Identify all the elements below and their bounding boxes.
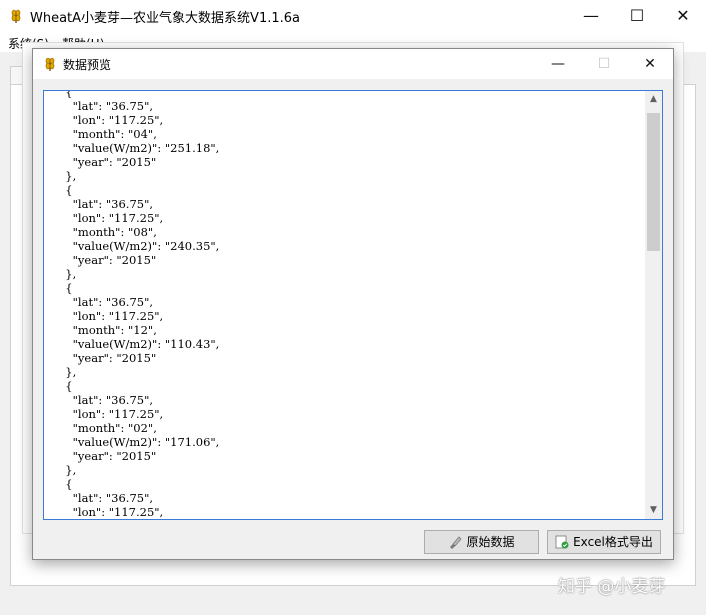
wheat-icon <box>45 57 55 71</box>
dialog-close-button[interactable]: ✕ <box>627 49 673 79</box>
dialog-titlebar: 数据预览 — ☐ ✕ <box>33 49 673 79</box>
raw-data-button[interactable]: 原始数据 <box>424 530 539 554</box>
dialog-title: 数据预览 <box>63 58 112 72</box>
maximize-button[interactable]: ☐ <box>614 0 660 32</box>
close-button[interactable]: ✕ <box>660 0 706 32</box>
watermark: 知乎 @小麦芽 <box>558 577 666 597</box>
excel-export-button[interactable]: Excel格式导出 <box>547 530 661 554</box>
scroll-thumb[interactable] <box>647 113 660 251</box>
window-title: WheatA小麦芽—农业气象大数据系统V1.1.6a <box>30 11 300 26</box>
excel-export-label: Excel格式导出 <box>573 535 653 549</box>
minimize-button[interactable]: — <box>568 0 614 32</box>
dialog-minimize-button[interactable]: — <box>535 49 581 79</box>
brush-icon <box>450 536 462 549</box>
excel-sheet-icon <box>555 535 569 549</box>
scroll-up-icon[interactable]: ▲ <box>645 91 662 108</box>
json-preview-text: { "lat": "36.75", "lon": "117.25", "mont… <box>65 90 220 519</box>
raw-data-label: 原始数据 <box>466 535 515 549</box>
scroll-down-icon[interactable]: ▼ <box>645 502 662 519</box>
data-preview-dialog: 数据预览 — ☐ ✕ { "lat": "36.75", "lon": "117… <box>32 48 674 560</box>
vertical-scrollbar[interactable]: ▲ ▼ <box>645 91 662 519</box>
main-titlebar: WheatA小麦芽—农业气象大数据系统V1.1.6a — ☐ ✕ <box>0 0 706 32</box>
wheat-icon <box>11 9 21 23</box>
json-preview-textarea[interactable]: { "lat": "36.75", "lon": "117.25", "mont… <box>43 90 663 520</box>
dialog-maximize-button: ☐ <box>597 56 611 72</box>
